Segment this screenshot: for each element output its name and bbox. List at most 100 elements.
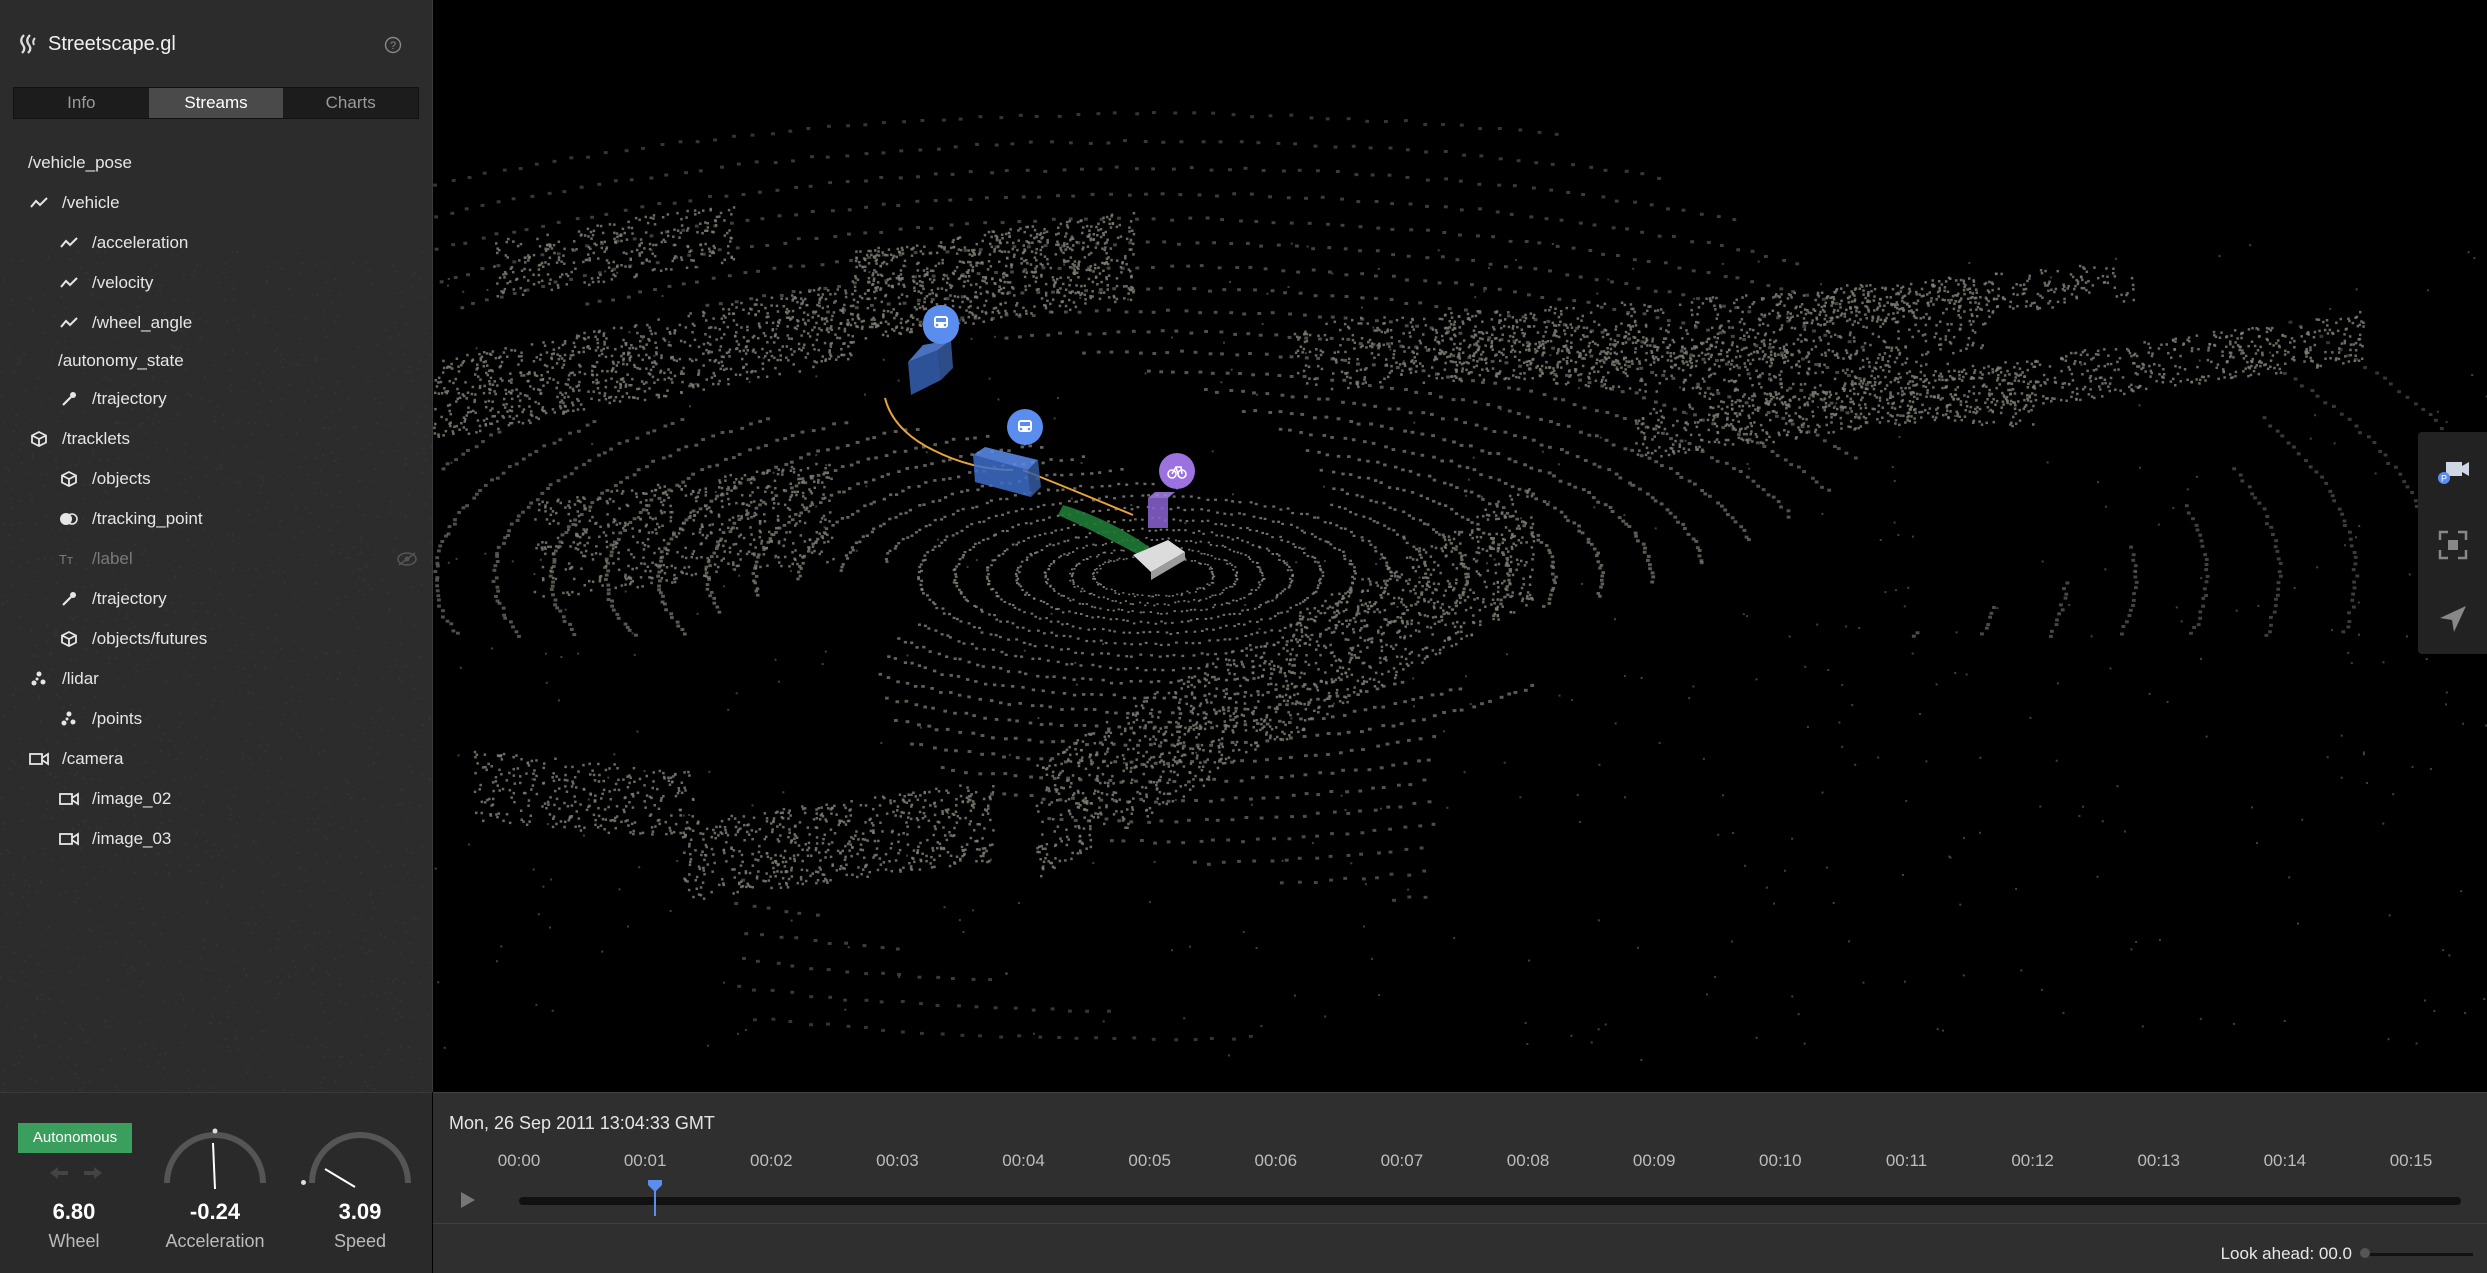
line-chart-icon xyxy=(28,192,50,214)
stream-item-objects-futures[interactable]: /objects/futures xyxy=(58,619,207,659)
stream-label: /tracking_point xyxy=(92,509,203,529)
bus-bounding-box xyxy=(908,340,953,395)
stream-item-image-02[interactable]: /image_02 xyxy=(58,779,171,819)
timeline-tick: 00:11 xyxy=(1886,1151,1927,1171)
svg-text:Tт: Tт xyxy=(59,552,73,566)
timeline-tick: 00:15 xyxy=(2390,1151,2433,1171)
cube-icon xyxy=(58,628,80,650)
tab-info[interactable]: Info xyxy=(14,88,149,118)
stream-label: /tracklets xyxy=(62,429,130,449)
pointcloud-icon xyxy=(28,668,50,690)
timeline-tick: 00:03 xyxy=(876,1151,919,1171)
stream-item-autonomy-state[interactable]: /autonomy_state xyxy=(58,341,184,381)
stream-item-velocity[interactable]: /velocity xyxy=(58,263,153,303)
timeline-tick: 00:02 xyxy=(750,1151,793,1171)
stream-label: /autonomy_state xyxy=(58,351,184,371)
svg-text:?: ? xyxy=(390,40,396,52)
acceleration-value: -0.24 xyxy=(160,1199,270,1225)
view-toolbar: P xyxy=(2418,432,2487,654)
path-icon xyxy=(58,588,80,610)
bus-bounding-box-2 xyxy=(973,447,1041,497)
cube-icon xyxy=(58,468,80,490)
look-ahead-label: Look ahead: 00.0 xyxy=(2221,1244,2352,1264)
camera-icon xyxy=(58,828,80,850)
tab-streams[interactable]: Streams xyxy=(149,88,284,118)
timeline-divider xyxy=(433,1223,2487,1224)
acceleration-gauge xyxy=(160,1121,270,1191)
line-chart-icon xyxy=(58,272,80,294)
stream-item-points[interactable]: /points xyxy=(58,699,142,739)
stream-item-acceleration[interactable]: /acceleration xyxy=(58,223,188,263)
stream-label: /vehicle xyxy=(62,193,120,213)
stream-item-vehicle[interactable]: /vehicle xyxy=(28,183,120,223)
fit-view-icon[interactable] xyxy=(2436,528,2470,562)
sidebar-tabs: Info Streams Charts xyxy=(13,87,419,119)
stream-label: /points xyxy=(92,709,142,729)
bus-marker-icon[interactable] xyxy=(923,305,959,344)
timeline-tick: 00:05 xyxy=(1128,1151,1171,1171)
speed-gauge-start-dot xyxy=(301,1180,306,1185)
stream-item-lidar[interactable]: /lidar xyxy=(28,659,99,699)
wheel-value: 6.80 xyxy=(34,1199,114,1225)
stream-label: /objects xyxy=(92,469,151,489)
look-ahead-slider[interactable] xyxy=(2363,1253,2473,1256)
stream-label: /image_03 xyxy=(92,829,171,849)
speed-label: Speed xyxy=(315,1231,405,1252)
timeline-tick: 00:12 xyxy=(2011,1151,2054,1171)
current-timestamp: Mon, 26 Sep 2011 13:04:33 GMT xyxy=(449,1113,715,1134)
timeline-tick: 00:01 xyxy=(624,1151,667,1171)
acceleration-label: Acceleration xyxy=(150,1231,280,1252)
camera-follow-icon[interactable]: P xyxy=(2436,456,2470,490)
speed-gauge xyxy=(305,1121,415,1191)
help-icon[interactable]: ? xyxy=(384,36,402,54)
stream-item-tracking-point[interactable]: /tracking_point xyxy=(58,499,203,539)
stream-item-camera[interactable]: /camera xyxy=(28,739,123,779)
stream-label: /objects/futures xyxy=(92,629,207,649)
look-ahead-slider-handle[interactable] xyxy=(2360,1248,2370,1258)
play-icon[interactable] xyxy=(457,1190,477,1210)
cyclist-marker-icon[interactable] xyxy=(1159,453,1195,490)
cube-icon xyxy=(28,428,50,450)
speed-value: 3.09 xyxy=(315,1199,405,1225)
bus-marker-icon-2[interactable] xyxy=(1007,409,1043,446)
stream-label: /camera xyxy=(62,749,123,769)
timeline-tick: 00:14 xyxy=(2264,1151,2307,1171)
sidebar: Streetscape.gl ? Info Streams Charts /ve… xyxy=(0,0,433,1092)
text-icon: Tт xyxy=(58,548,80,570)
stream-item-image-03[interactable]: /image_03 xyxy=(58,819,171,859)
path-icon xyxy=(58,388,80,410)
stream-label: /image_02 xyxy=(92,789,171,809)
camera-icon xyxy=(28,748,50,770)
stream-label: /velocity xyxy=(92,273,153,293)
stream-item-wheel-angle[interactable]: /wheel_angle xyxy=(58,303,192,343)
turn-signal-icon xyxy=(48,1165,104,1181)
autonomy-status-badge: Autonomous xyxy=(18,1123,132,1153)
stream-label: /lidar xyxy=(62,669,99,689)
stream-label: /acceleration xyxy=(92,233,188,253)
navigation-arrow-icon[interactable] xyxy=(2436,602,2470,636)
timeline-tick: 00:00 xyxy=(498,1151,541,1171)
stream-item-objects[interactable]: /objects xyxy=(58,459,151,499)
stream-item-vehicle-pose[interactable]: /vehicle_pose xyxy=(28,143,132,183)
point-icon xyxy=(58,508,80,530)
stream-label: /wheel_angle xyxy=(92,313,192,333)
line-chart-icon xyxy=(58,232,80,254)
3d-viewport[interactable]: P xyxy=(433,0,2487,1092)
stream-item-trajectory[interactable]: /trajectory xyxy=(58,579,167,619)
stream-item-trajectory[interactable]: /trajectory xyxy=(58,379,167,419)
timeline-scrubber-handle[interactable] xyxy=(648,1180,662,1216)
playback-timeline: Mon, 26 Sep 2011 13:04:33 GMT 00:00 00:01… xyxy=(433,1092,2487,1273)
pointcloud-icon xyxy=(58,708,80,730)
lidar-scene[interactable] xyxy=(433,0,2487,1092)
stream-label: /trajectory xyxy=(92,589,167,609)
tracked-objects xyxy=(885,340,1185,580)
stream-label: /trajectory xyxy=(92,389,167,409)
timeline-tick: 00:09 xyxy=(1633,1151,1676,1171)
timeline-track[interactable] xyxy=(519,1197,2461,1205)
line-chart-icon xyxy=(58,312,80,334)
hidden-eye-icon[interactable] xyxy=(396,551,418,567)
timeline-tick: 00:08 xyxy=(1507,1151,1550,1171)
stream-item-tracklets[interactable]: /tracklets xyxy=(28,419,130,459)
stream-item-label[interactable]: Tт/label xyxy=(58,539,133,579)
tab-charts[interactable]: Charts xyxy=(283,88,418,118)
